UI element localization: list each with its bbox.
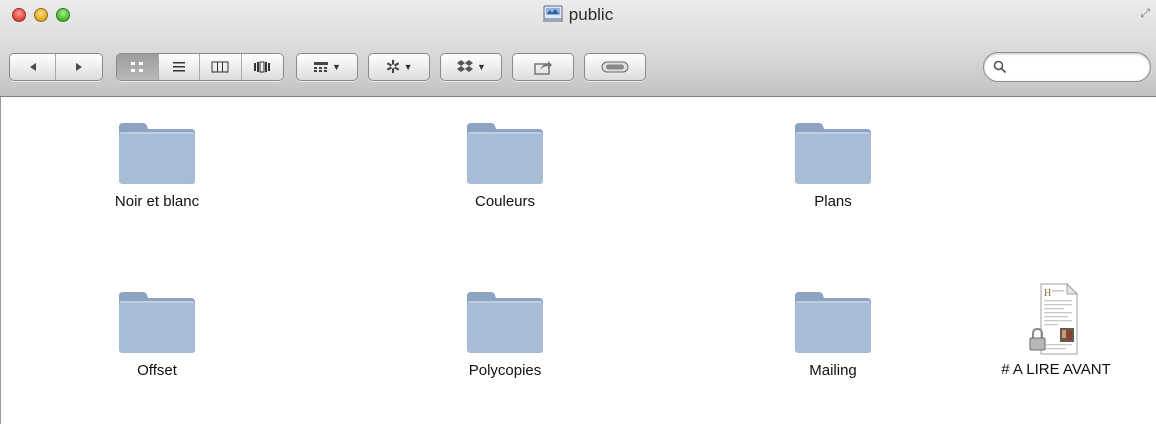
- file-browser-content: Noir et blanc Couleurs Plans Offset Poly…: [0, 97, 1156, 424]
- search-input[interactable]: [1010, 57, 1144, 79]
- list-view-button[interactable]: [159, 54, 200, 80]
- cover-flow-view-button[interactable]: [242, 54, 283, 80]
- fullscreen-icon[interactable]: ⤢: [1140, 6, 1150, 21]
- locked-document-icon: H: [1029, 282, 1079, 355]
- title-bar: public ⤢ ▼ ✲ ▼ ▼: [0, 0, 1156, 97]
- item-label: Couleurs: [474, 193, 536, 210]
- window-title-area: public: [0, 5, 1156, 28]
- dropbox-button[interactable]: ▼: [440, 53, 502, 81]
- action-button[interactable]: ✲ ▼: [368, 53, 430, 81]
- folder-icon: [119, 123, 195, 184]
- share-button[interactable]: [512, 53, 574, 81]
- server-disk-icon: [542, 5, 563, 28]
- gear-icon: ✲: [385, 57, 401, 77]
- folder-item-couleurs[interactable]: Couleurs: [405, 121, 605, 210]
- window-title: public: [568, 5, 614, 24]
- arrange-button[interactable]: ▼: [296, 53, 358, 81]
- icon-view-icon: [131, 62, 144, 72]
- dropbox-icon: [457, 60, 474, 72]
- cover-flow-icon: [254, 61, 271, 73]
- item-label: Mailing: [809, 362, 857, 379]
- svg-text:H: H: [1044, 288, 1051, 299]
- folder-icon: [467, 292, 543, 353]
- column-view-icon: [211, 61, 229, 73]
- finder-window: public ⤢ ▼ ✲ ▼ ▼ Noir et blanc Couleurs …: [0, 0, 1156, 424]
- document-item-a-lire-avant[interactable]: H # A LIRE AVANT: [956, 280, 1156, 378]
- chevron-down-icon: ▼: [477, 62, 486, 72]
- back-arrow-icon: [29, 63, 36, 71]
- folder-icon: [795, 292, 871, 353]
- chevron-down-icon: ▼: [403, 62, 413, 72]
- folder-item-plans[interactable]: Plans: [733, 121, 933, 210]
- list-view-icon: [172, 62, 185, 72]
- pill-toggle-icon: [601, 61, 629, 73]
- arrange-icon: [314, 62, 329, 72]
- forward-button[interactable]: [56, 54, 102, 80]
- folder-icon: [467, 123, 543, 184]
- item-label: Polycopies: [468, 362, 542, 379]
- toggle-sidebar-button[interactable]: [584, 53, 646, 81]
- view-mode-segment: [116, 53, 284, 81]
- chevron-down-icon: ▼: [332, 62, 341, 72]
- search-field[interactable]: [983, 52, 1151, 82]
- back-button[interactable]: [10, 54, 57, 80]
- forward-arrow-icon: [76, 63, 82, 71]
- navigation-segment: [9, 53, 103, 81]
- folder-item-mailing[interactable]: Mailing: [733, 290, 933, 379]
- column-view-button[interactable]: [200, 54, 242, 80]
- icon-view-button[interactable]: [117, 54, 159, 80]
- share-icon: [534, 61, 552, 75]
- item-label: Plans: [814, 193, 852, 210]
- item-label: # A LIRE AVANT: [1001, 361, 1111, 378]
- item-label: Offset: [137, 362, 177, 379]
- folder-icon: [119, 292, 195, 353]
- item-label: Noir et blanc: [114, 193, 200, 210]
- folder-item-polycopies[interactable]: Polycopies: [405, 290, 605, 379]
- folder-item-offset[interactable]: Offset: [57, 290, 257, 379]
- search-icon: [993, 60, 1007, 74]
- folder-item-noir-et-blanc[interactable]: Noir et blanc: [57, 121, 257, 210]
- folder-icon: [795, 123, 871, 184]
